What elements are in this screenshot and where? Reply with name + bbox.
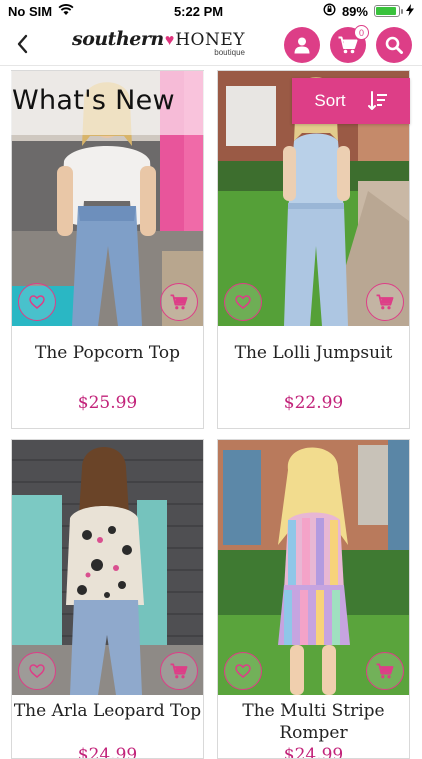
chevron-left-icon xyxy=(17,34,28,54)
cart-icon xyxy=(376,294,394,310)
favorite-button[interactable] xyxy=(224,283,262,321)
user-icon xyxy=(294,37,310,54)
wifi-icon xyxy=(58,3,74,19)
brand-logo[interactable]: southern ♥ HONEY boutique xyxy=(72,28,245,60)
cart-icon xyxy=(338,36,358,54)
cart-icon xyxy=(376,663,394,679)
clock: 5:22 PM xyxy=(173,3,224,19)
product-price: $22.99 xyxy=(283,393,344,413)
heart-icon: ♥ xyxy=(164,32,175,49)
logo-text-boutique: boutique xyxy=(214,48,245,57)
heart-outline-icon xyxy=(235,295,251,309)
orientation-lock-icon xyxy=(323,3,336,19)
product-card[interactable]: The Multi Stripe Romper $24.99 xyxy=(217,439,410,759)
cart-icon xyxy=(170,294,188,310)
cart-icon xyxy=(170,663,188,679)
cart-count-badge: 0 xyxy=(354,25,369,40)
add-to-cart-button[interactable] xyxy=(160,652,198,690)
add-to-cart-button[interactable] xyxy=(366,652,404,690)
favorite-button[interactable] xyxy=(18,283,56,321)
product-name[interactable]: The Lolli Jumpsuit xyxy=(218,342,409,364)
sort-icon xyxy=(367,91,387,110)
favorite-button[interactable] xyxy=(224,652,262,690)
product-name[interactable]: The Popcorn Top xyxy=(12,342,203,364)
product-photo[interactable] xyxy=(218,440,409,695)
product-name[interactable]: The Arla Leopard Top xyxy=(12,700,203,722)
carrier-label: No SIM xyxy=(8,3,53,19)
add-to-cart-button[interactable] xyxy=(366,283,404,321)
product-price: $25.99 xyxy=(77,393,138,413)
logo-text-southern: southern xyxy=(72,28,164,50)
sort-label: Sort xyxy=(314,91,346,110)
navigation-bar: southern ♥ HONEY boutique 0 xyxy=(0,22,422,66)
heart-outline-icon xyxy=(235,664,251,678)
back-button[interactable] xyxy=(10,30,34,58)
charging-icon xyxy=(405,3,414,19)
favorite-button[interactable] xyxy=(18,652,56,690)
battery-percent: 89% xyxy=(341,3,368,19)
heart-outline-icon xyxy=(29,295,45,309)
product-card[interactable]: The Arla Leopard Top $24.99 xyxy=(11,439,204,759)
heart-outline-icon xyxy=(29,664,45,678)
sort-button[interactable]: Sort xyxy=(292,78,410,124)
search-icon xyxy=(385,36,403,54)
logo-text-honey: HONEY xyxy=(175,30,245,50)
cart-button[interactable]: 0 xyxy=(330,25,369,63)
account-button[interactable] xyxy=(284,27,320,63)
search-button[interactable] xyxy=(376,27,412,63)
product-name[interactable]: The Multi Stripe Romper xyxy=(218,700,409,744)
add-to-cart-button[interactable] xyxy=(160,283,198,321)
battery-icon xyxy=(373,5,403,17)
product-price: $24.99 xyxy=(77,745,138,759)
section-title: What's New xyxy=(0,71,205,135)
product-photo[interactable] xyxy=(12,440,203,695)
product-price: $24.99 xyxy=(283,745,344,759)
status-bar: No SIM 5:22 PM 89% xyxy=(0,0,422,22)
